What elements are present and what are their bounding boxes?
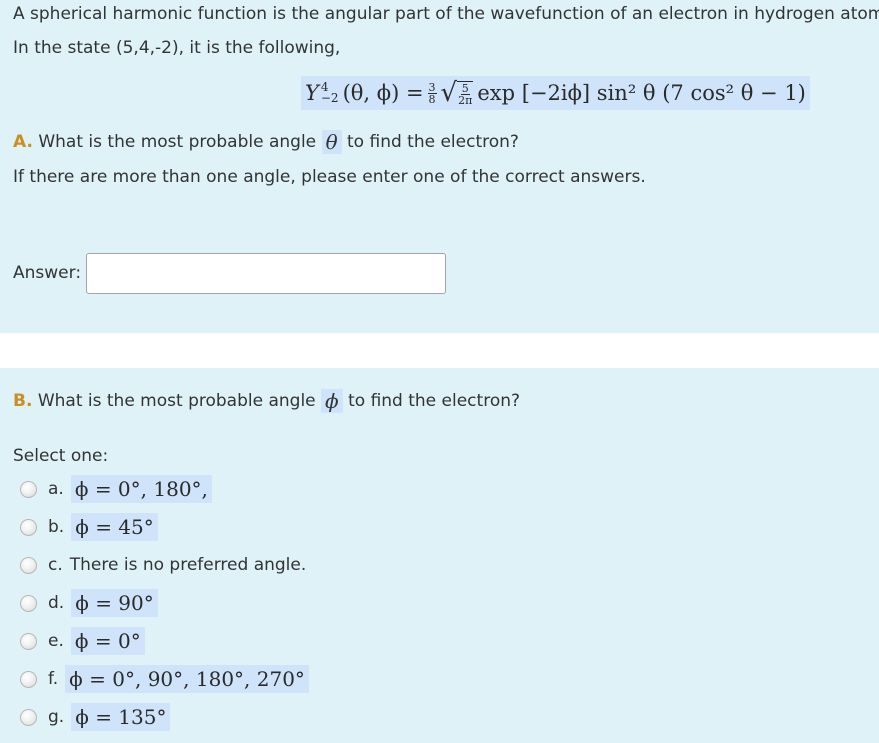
question-b-letter: B. (13, 391, 33, 411)
option-letter: c. (48, 555, 63, 575)
question-a-text-after: to find the electron? (347, 132, 519, 152)
equation-rest: exp [−2iϕ] sin² θ (7 cos² θ − 1) (477, 81, 806, 105)
option-math: ϕ = 0°, 90°, 180°, 270° (65, 665, 309, 693)
option-e[interactable]: e. ϕ = 0° (20, 626, 145, 656)
radio-button-icon[interactable] (20, 594, 37, 612)
option-a[interactable]: a. ϕ = 0°, 180°, (20, 474, 212, 504)
select-one-label: Select one: (13, 446, 109, 466)
option-letter: d. (48, 593, 65, 613)
equation-fraction-coefficient: 3 8 (427, 80, 437, 106)
question-b-prompt: B. What is the most probable angle ϕ to … (13, 389, 520, 413)
panel-separator (0, 333, 879, 368)
option-letter: f. (48, 669, 59, 689)
option-math: ϕ = 0°, 180°, (70, 475, 212, 503)
radio-button-icon[interactable] (20, 632, 37, 650)
option-d[interactable]: d. ϕ = 90° (20, 588, 158, 618)
option-math: ϕ = 45° (71, 513, 158, 541)
option-letter: g. (48, 707, 65, 727)
spherical-harmonic-equation: Y 4 −2 (θ, ϕ) = 3 8 √ 5 2π exp [−2iϕ] sin²… (301, 76, 810, 110)
equation-lhs: Y (305, 81, 319, 105)
option-letter: b. (48, 517, 65, 537)
option-g[interactable]: g. ϕ = 135° (20, 702, 171, 732)
option-letter: e. (48, 631, 64, 651)
theta-symbol: θ (321, 130, 342, 154)
equation-lhs-sub: −2 (320, 91, 339, 105)
question-a-letter: A. (13, 132, 33, 152)
radio-button-icon[interactable] (20, 556, 37, 574)
phi-symbol: ϕ (321, 389, 343, 413)
radio-button-icon[interactable] (20, 480, 37, 498)
radio-button-icon[interactable] (20, 670, 37, 688)
option-f[interactable]: f. ϕ = 0°, 90°, 180°, 270° (20, 664, 309, 694)
radio-button-icon[interactable] (20, 518, 37, 536)
option-b[interactable]: b. ϕ = 45° (20, 512, 158, 542)
question-a-note: If there are more than one angle, please… (13, 167, 646, 187)
radicand-fraction: 5 2π (458, 83, 472, 106)
radicand: 5 2π (457, 80, 474, 106)
question-b-text-after: to find the electron? (348, 391, 521, 411)
intro-text-line-1: A spherical harmonic function is the ang… (13, 4, 879, 24)
question-a-text-before: What is the most probable angle (38, 132, 317, 152)
option-math: ϕ = 0° (70, 627, 145, 655)
question-b-text-before: What is the most probable angle (37, 391, 316, 411)
intro-text-line-2: In the state (5,4,-2), it is the followi… (13, 38, 341, 58)
option-c[interactable]: c. There is no preferred angle. (20, 550, 306, 580)
equation-args: (θ, ϕ) = (342, 81, 424, 105)
radio-button-icon[interactable] (20, 708, 37, 726)
radicand-numerator: 5 (460, 81, 470, 95)
radicand-denominator: 2π (458, 93, 473, 107)
radical-sign-icon: √ (440, 78, 458, 108)
option-math: ϕ = 135° (71, 703, 171, 731)
fraction-denominator: 8 (428, 92, 436, 106)
option-math: ϕ = 90° (71, 589, 158, 617)
option-letter: a. (48, 479, 64, 499)
question-a-prompt: A. What is the most probable angle θ to … (13, 130, 519, 154)
fraction-numerator: 3 (427, 80, 437, 94)
option-text: There is no preferred angle. (69, 555, 307, 575)
answer-input[interactable] (86, 253, 446, 294)
answer-label: Answer: (13, 263, 82, 283)
square-root: √ 5 2π (441, 79, 474, 107)
